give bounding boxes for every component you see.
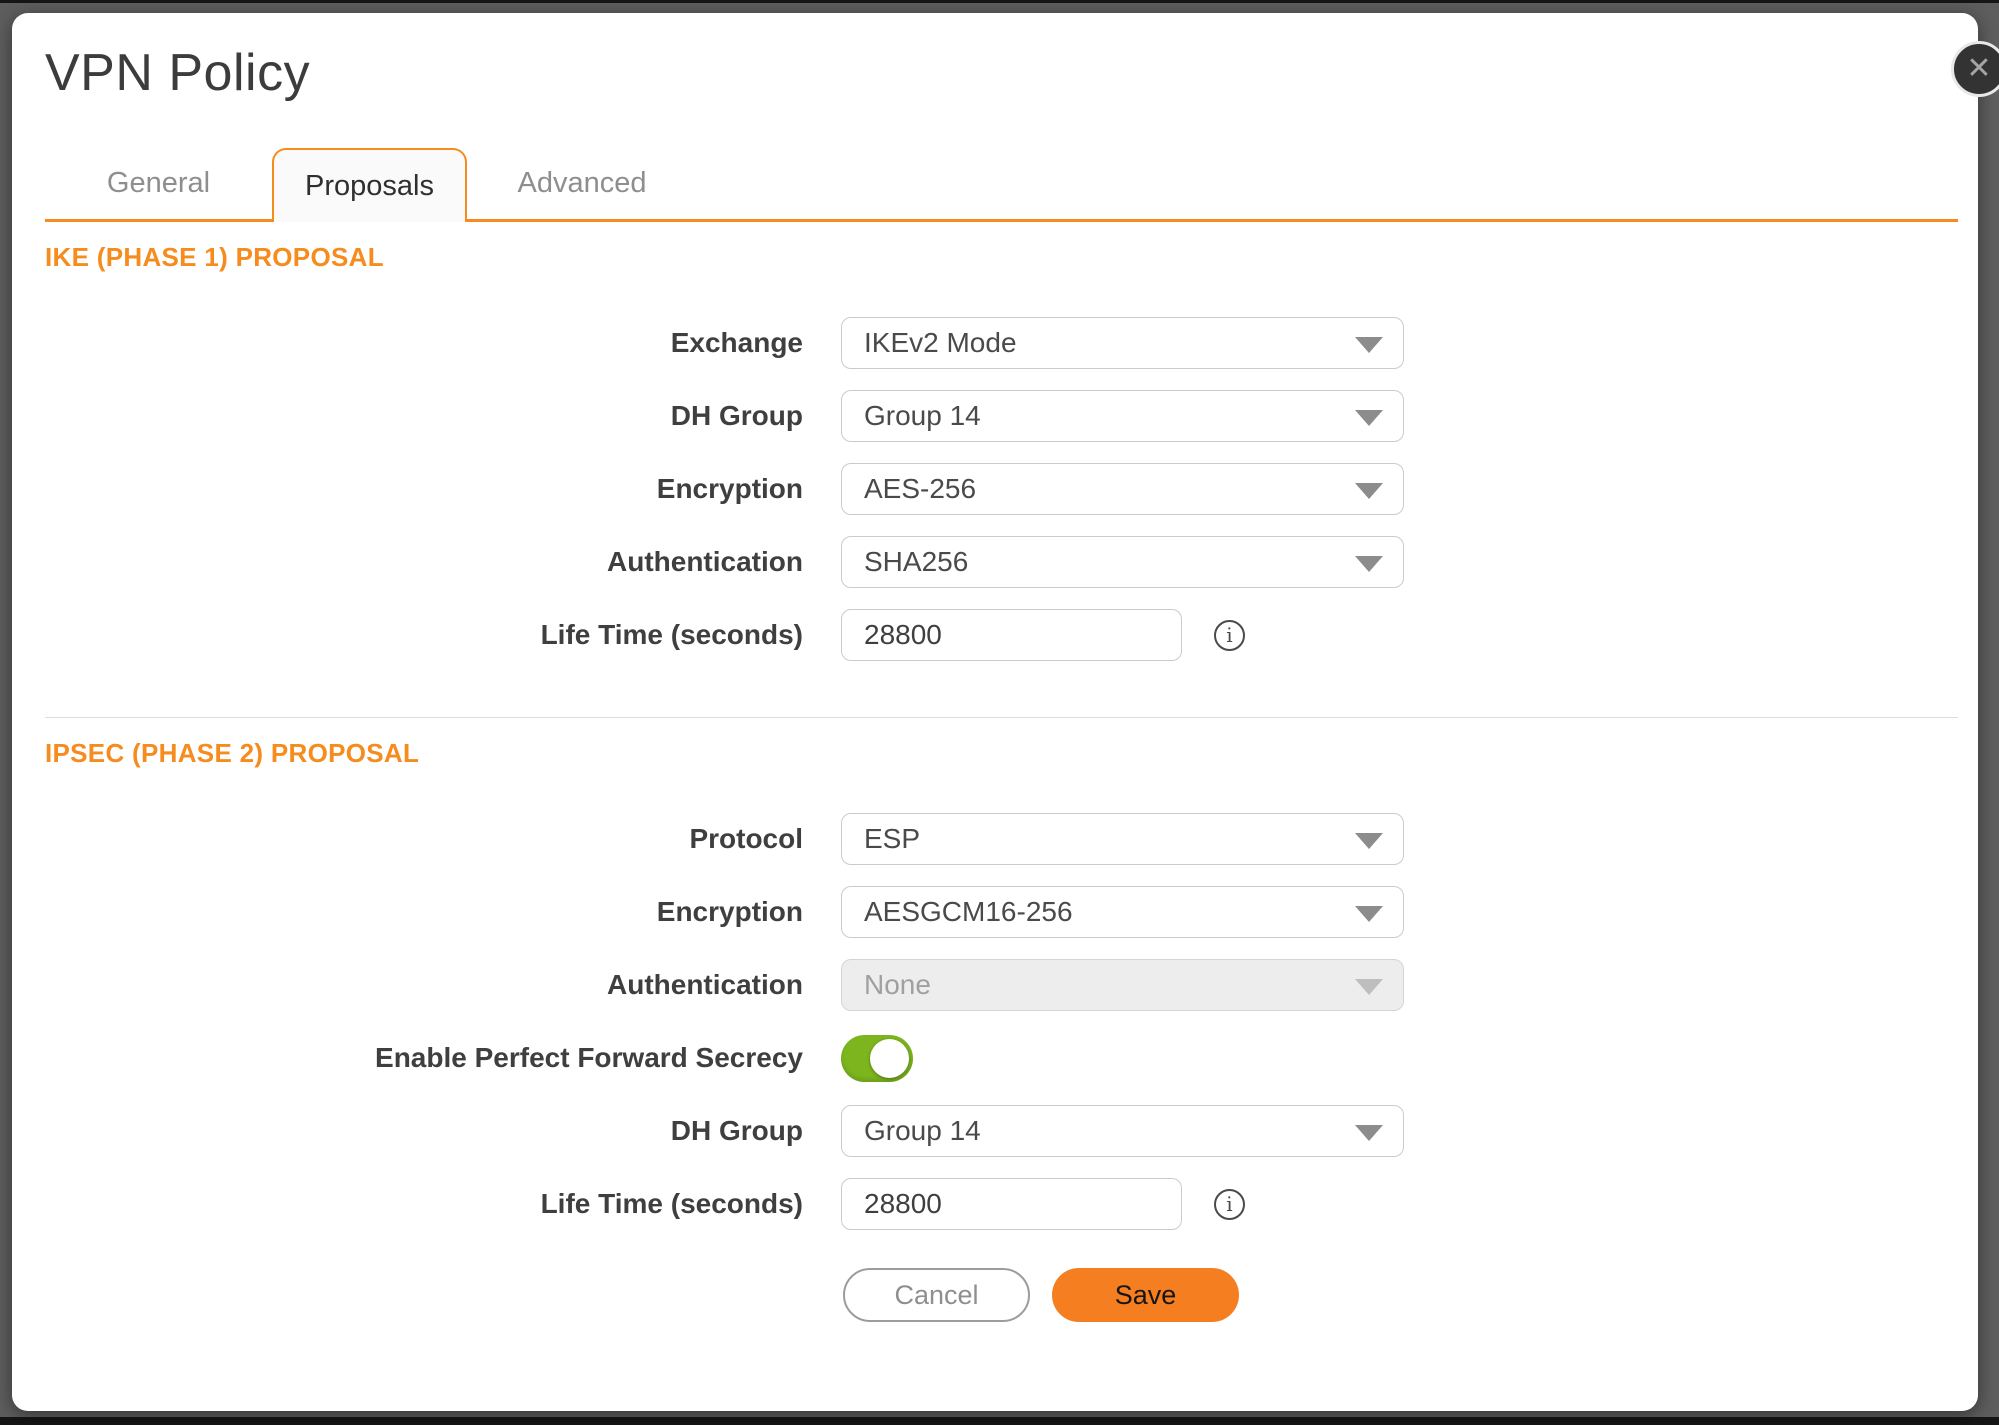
ike-lifetime-label: Life Time (seconds) <box>540 619 803 650</box>
form-row-exchange: Exchange IKEv2 Mode <box>45 317 1958 369</box>
close-button[interactable]: ✕ <box>1951 41 1999 97</box>
pfs-label: Enable Perfect Forward Secrecy <box>375 1042 803 1073</box>
form-row-ipsec-lifetime: Life Time (seconds) i <box>45 1178 1958 1230</box>
chevron-down-icon <box>1355 337 1383 353</box>
chevron-down-icon <box>1355 410 1383 426</box>
ipsec-lifetime-label: Life Time (seconds) <box>540 1188 803 1219</box>
chevron-down-icon <box>1355 906 1383 922</box>
form-row-ike-lifetime: Life Time (seconds) i <box>45 609 1958 661</box>
ipsec-encryption-select[interactable]: AESGCM16-256 <box>841 886 1404 938</box>
dialog-footer: Cancel Save <box>843 1268 1958 1322</box>
form-row-pfs: Enable Perfect Forward Secrecy <box>45 1032 1958 1084</box>
tab-advanced[interactable]: Advanced <box>467 148 697 219</box>
exchange-select[interactable]: IKEv2 Mode <box>841 317 1404 369</box>
chevron-down-icon <box>1355 1125 1383 1141</box>
tab-bar: General Proposals Advanced <box>45 148 1958 222</box>
ipsec-authentication-select-value: None <box>864 969 931 1000</box>
ike-authentication-select[interactable]: SHA256 <box>841 536 1404 588</box>
ipsec-dh-group-select-value: Group 14 <box>864 1115 981 1146</box>
exchange-label: Exchange <box>670 327 803 358</box>
ike-encryption-select[interactable]: AES-256 <box>841 463 1404 515</box>
ipsec-lifetime-input[interactable] <box>841 1178 1182 1230</box>
screen-background: VPN Policy General Proposals Advanced IK… <box>0 3 1999 1417</box>
form-row-ipsec-encryption: Encryption AESGCM16-256 <box>45 886 1958 938</box>
ipsec-encryption-select-value: AESGCM16-256 <box>864 896 1073 927</box>
save-button[interactable]: Save <box>1052 1268 1239 1322</box>
ipsec-encryption-label: Encryption <box>656 896 803 927</box>
ipsec-dh-group-select[interactable]: Group 14 <box>841 1105 1404 1157</box>
form-row-protocol: Protocol ESP <box>45 813 1958 865</box>
tab-general[interactable]: General <box>45 148 272 219</box>
toggle-knob <box>870 1038 909 1078</box>
form-row-ike-authentication: Authentication SHA256 <box>45 536 1958 588</box>
form-row-ipsec-authentication: Authentication None <box>45 959 1958 1011</box>
tab-panel-proposals: IKE (PHASE 1) PROPOSAL Exchange IKEv2 Mo… <box>12 242 1978 1322</box>
ike-encryption-select-value: AES-256 <box>864 473 977 504</box>
chevron-down-icon <box>1355 556 1383 572</box>
pfs-toggle[interactable] <box>841 1034 913 1082</box>
cancel-button[interactable]: Cancel <box>843 1268 1030 1322</box>
ike-authentication-select-value: SHA256 <box>864 546 969 577</box>
ipsec-authentication-select: None <box>841 959 1404 1011</box>
chevron-down-icon <box>1355 483 1383 499</box>
chevron-down-icon <box>1355 979 1383 995</box>
form-row-ipsec-dh-group: DH Group Group 14 <box>45 1105 1958 1157</box>
protocol-select-value: ESP <box>864 823 921 854</box>
ike-phase1-heading: IKE (PHASE 1) PROPOSAL <box>45 242 384 272</box>
page-title: VPN Policy <box>45 44 311 102</box>
close-icon: ✕ <box>1966 52 1992 85</box>
ike-authentication-label: Authentication <box>607 546 803 577</box>
info-icon[interactable]: i <box>1214 619 1245 651</box>
form-row-ike-dh-group: DH Group Group 14 <box>45 390 1958 442</box>
protocol-select[interactable]: ESP <box>841 813 1404 865</box>
ike-dh-group-select-value: Group 14 <box>864 400 981 431</box>
ike-lifetime-input[interactable] <box>841 609 1182 661</box>
section-divider <box>45 717 1958 718</box>
ipsec-authentication-label: Authentication <box>607 969 803 1000</box>
vpn-policy-dialog: VPN Policy General Proposals Advanced IK… <box>12 13 1978 1411</box>
ike-encryption-label: Encryption <box>656 473 803 504</box>
exchange-select-value: IKEv2 Mode <box>864 327 1017 358</box>
protocol-label: Protocol <box>689 823 803 854</box>
chevron-down-icon <box>1355 833 1383 849</box>
ipsec-dh-group-label: DH Group <box>670 1115 803 1146</box>
tab-proposals[interactable]: Proposals <box>272 148 467 222</box>
ike-dh-group-label: DH Group <box>670 400 803 431</box>
ipsec-phase2-heading: IPSEC (PHASE 2) PROPOSAL <box>45 738 420 768</box>
info-icon[interactable]: i <box>1214 1188 1245 1220</box>
ike-dh-group-select[interactable]: Group 14 <box>841 390 1404 442</box>
form-row-ike-encryption: Encryption AES-256 <box>45 463 1958 515</box>
